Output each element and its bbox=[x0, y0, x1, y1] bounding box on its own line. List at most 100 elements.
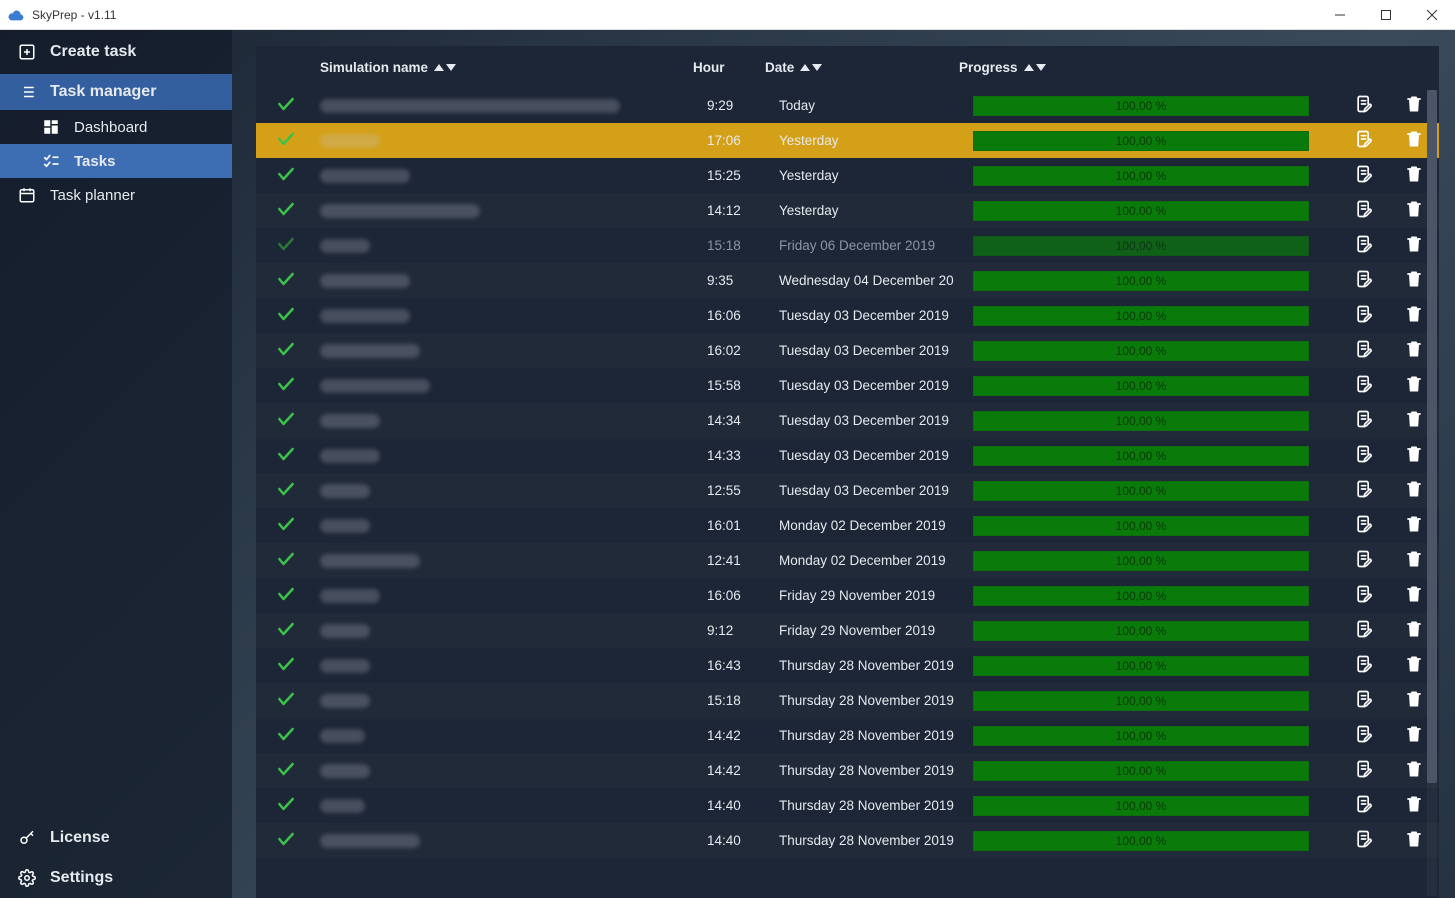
delete-button[interactable] bbox=[1404, 759, 1424, 782]
sidebar-planner-label: Task planner bbox=[50, 187, 135, 204]
window-minimize-button[interactable] bbox=[1317, 0, 1363, 30]
name-cell bbox=[316, 99, 707, 113]
table-row[interactable]: 16:43Thursday 28 November 2019100,00 % bbox=[256, 648, 1439, 683]
table-row[interactable]: 15:18Friday 06 December 2019100,00 % bbox=[256, 228, 1439, 263]
edit-button[interactable] bbox=[1354, 724, 1374, 747]
edit-button[interactable] bbox=[1354, 584, 1374, 607]
name-cell bbox=[316, 659, 707, 673]
simulation-name-blurred bbox=[320, 624, 370, 638]
delete-button[interactable] bbox=[1404, 654, 1424, 677]
table-row[interactable]: 15:25Yesterday100,00 % bbox=[256, 158, 1439, 193]
edit-button[interactable] bbox=[1354, 759, 1374, 782]
table-row[interactable]: 9:29Today100,00 % bbox=[256, 88, 1439, 123]
table-row[interactable]: 14:40Thursday 28 November 2019100,00 % bbox=[256, 823, 1439, 858]
progress-cell: 100,00 % bbox=[959, 726, 1339, 746]
table-row[interactable]: 15:18Thursday 28 November 2019100,00 % bbox=[256, 683, 1439, 718]
sidebar-settings[interactable]: Settings bbox=[0, 858, 232, 898]
date-cell: Thursday 28 November 2019 bbox=[779, 658, 959, 673]
table-row[interactable]: 12:41Monday 02 December 2019100,00 % bbox=[256, 543, 1439, 578]
table-row[interactable]: 16:06Tuesday 03 December 2019100,00 % bbox=[256, 298, 1439, 333]
table-row[interactable]: 14:40Thursday 28 November 2019100,00 % bbox=[256, 788, 1439, 823]
edit-button[interactable] bbox=[1354, 619, 1374, 642]
name-cell bbox=[316, 414, 707, 428]
scrollbar-thumb[interactable] bbox=[1427, 90, 1437, 783]
edit-button[interactable] bbox=[1354, 129, 1374, 152]
sidebar-dashboard-label: Dashboard bbox=[74, 119, 147, 136]
edit-button[interactable] bbox=[1354, 199, 1374, 222]
vertical-scrollbar[interactable] bbox=[1427, 90, 1437, 896]
delete-button[interactable] bbox=[1404, 584, 1424, 607]
table-row[interactable]: 16:06Friday 29 November 2019100,00 % bbox=[256, 578, 1439, 613]
window-maximize-button[interactable] bbox=[1363, 0, 1409, 30]
sidebar-create-task[interactable]: Create task bbox=[0, 30, 232, 74]
progress-bar: 100,00 % bbox=[973, 551, 1309, 571]
status-cell bbox=[256, 724, 316, 747]
hour-cell: 15:25 bbox=[707, 168, 779, 183]
header-hour[interactable]: Hour bbox=[693, 60, 765, 75]
edit-button[interactable] bbox=[1354, 479, 1374, 502]
table-row[interactable]: 14:42Thursday 28 November 2019100,00 % bbox=[256, 753, 1439, 788]
edit-button[interactable] bbox=[1354, 689, 1374, 712]
delete-button[interactable] bbox=[1404, 479, 1424, 502]
name-cell bbox=[316, 764, 707, 778]
edit-button[interactable] bbox=[1354, 374, 1374, 397]
delete-button[interactable] bbox=[1404, 444, 1424, 467]
name-cell bbox=[316, 519, 707, 533]
window-close-button[interactable] bbox=[1409, 0, 1455, 30]
sidebar-task-planner[interactable]: Task planner bbox=[0, 178, 232, 212]
edit-button[interactable] bbox=[1354, 514, 1374, 537]
edit-button[interactable] bbox=[1354, 339, 1374, 362]
edit-button[interactable] bbox=[1354, 269, 1374, 292]
edit-button[interactable] bbox=[1354, 549, 1374, 572]
date-cell: Tuesday 03 December 2019 bbox=[779, 483, 959, 498]
table-row[interactable]: 14:42Thursday 28 November 2019100,00 % bbox=[256, 718, 1439, 753]
sidebar-license[interactable]: License bbox=[0, 818, 232, 858]
edit-button[interactable] bbox=[1354, 829, 1374, 852]
delete-button[interactable] bbox=[1404, 164, 1424, 187]
table-row[interactable]: 14:12Yesterday100,00 % bbox=[256, 193, 1439, 228]
delete-button[interactable] bbox=[1404, 794, 1424, 817]
table-row[interactable]: 14:34Tuesday 03 December 2019100,00 % bbox=[256, 403, 1439, 438]
delete-button[interactable] bbox=[1404, 549, 1424, 572]
delete-button[interactable] bbox=[1404, 339, 1424, 362]
table-row[interactable]: 9:35Wednesday 04 December 20100,00 % bbox=[256, 263, 1439, 298]
delete-button[interactable] bbox=[1404, 234, 1424, 257]
table-row[interactable]: 12:55Tuesday 03 December 2019100,00 % bbox=[256, 473, 1439, 508]
delete-button[interactable] bbox=[1404, 304, 1424, 327]
delete-button[interactable] bbox=[1404, 269, 1424, 292]
delete-button[interactable] bbox=[1404, 619, 1424, 642]
date-cell: Wednesday 04 December 20 bbox=[779, 273, 959, 288]
delete-button[interactable] bbox=[1404, 514, 1424, 537]
hour-cell: 14:40 bbox=[707, 833, 779, 848]
delete-button[interactable] bbox=[1404, 199, 1424, 222]
header-progress[interactable]: Progress bbox=[945, 60, 1325, 75]
table-row[interactable]: 15:58Tuesday 03 December 2019100,00 % bbox=[256, 368, 1439, 403]
edit-button[interactable] bbox=[1354, 444, 1374, 467]
table-row[interactable]: 14:33Tuesday 03 December 2019100,00 % bbox=[256, 438, 1439, 473]
delete-button[interactable] bbox=[1404, 724, 1424, 747]
table-row[interactable]: 9:12Friday 29 November 2019100,00 % bbox=[256, 613, 1439, 648]
delete-button[interactable] bbox=[1404, 409, 1424, 432]
date-cell: Yesterday bbox=[779, 133, 959, 148]
edit-button[interactable] bbox=[1354, 234, 1374, 257]
gear-icon bbox=[16, 867, 38, 889]
edit-button[interactable] bbox=[1354, 94, 1374, 117]
sidebar-dashboard[interactable]: Dashboard bbox=[0, 110, 232, 144]
edit-button[interactable] bbox=[1354, 654, 1374, 677]
table-row[interactable]: 17:06Yesterday100,00 % bbox=[256, 123, 1439, 158]
edit-button[interactable] bbox=[1354, 304, 1374, 327]
edit-button[interactable] bbox=[1354, 794, 1374, 817]
delete-button[interactable] bbox=[1404, 129, 1424, 152]
edit-button[interactable] bbox=[1354, 409, 1374, 432]
header-simulation-name[interactable]: Simulation name bbox=[316, 60, 693, 75]
header-date[interactable]: Date bbox=[765, 60, 945, 75]
delete-button[interactable] bbox=[1404, 689, 1424, 712]
edit-button[interactable] bbox=[1354, 164, 1374, 187]
sidebar-task-manager[interactable]: Task manager bbox=[0, 74, 232, 110]
delete-button[interactable] bbox=[1404, 94, 1424, 117]
table-row[interactable]: 16:01Monday 02 December 2019100,00 % bbox=[256, 508, 1439, 543]
delete-button[interactable] bbox=[1404, 829, 1424, 852]
table-row[interactable]: 16:02Tuesday 03 December 2019100,00 % bbox=[256, 333, 1439, 368]
sidebar-tasks[interactable]: Tasks bbox=[0, 144, 232, 178]
delete-button[interactable] bbox=[1404, 374, 1424, 397]
